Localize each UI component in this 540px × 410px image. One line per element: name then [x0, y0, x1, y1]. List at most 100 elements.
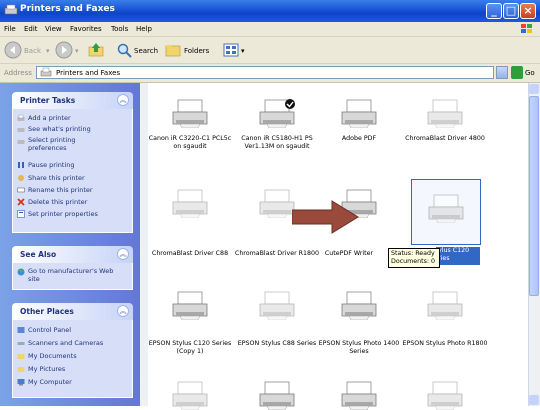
folders-button-label[interactable]: Folders: [184, 47, 209, 55]
see-also-header[interactable]: See Also ︽: [12, 246, 133, 263]
task-pane-scrollbar[interactable]: [140, 83, 148, 406]
printer-label[interactable]: ChromaBlast Driver R1800: [234, 250, 320, 258]
search-button-label[interactable]: Search: [134, 47, 158, 55]
views-icon[interactable]: [223, 43, 239, 57]
scroll-down-icon[interactable]: [529, 395, 539, 405]
place-my-computer[interactable]: My Computer: [28, 378, 128, 386]
printer-icon[interactable]: [170, 290, 210, 320]
menu-view[interactable]: View: [45, 25, 62, 33]
task-pause-printing[interactable]: Pause printing: [28, 161, 128, 169]
printer-label[interactable]: Canon iR C3220-C1 PCL5c on sgaudit: [147, 135, 233, 151]
printer-label[interactable]: EPSON Stylus Photo R1800: [402, 340, 488, 348]
printer-label[interactable]: EPSON Stylus C120 Series (Copy 1): [147, 340, 233, 356]
scroll-thumb[interactable]: [529, 96, 539, 296]
address-label: Address: [4, 69, 32, 77]
control-panel-icon: [17, 327, 25, 333]
printer-label[interactable]: Adobe PDF: [316, 135, 402, 143]
printer-label[interactable]: EPSON Stylus C88 Series: [234, 340, 320, 348]
back-arrow-icon[interactable]: [4, 41, 22, 59]
menu-file[interactable]: File: [4, 25, 16, 33]
preferences-icon: [17, 140, 25, 144]
go-arrow-icon[interactable]: [511, 66, 523, 79]
status-tooltip: Status: Ready Documents: 0: [388, 248, 440, 268]
my-pictures-icon: [17, 367, 25, 372]
delete-x-icon: [17, 198, 25, 206]
printer-tasks-header[interactable]: Printer Tasks ︽: [12, 92, 133, 109]
window-title: Printers and Faxes: [20, 4, 115, 14]
views-dropdown-icon[interactable]: ▾: [241, 47, 245, 55]
windows-logo-icon: [521, 24, 532, 33]
search-icon[interactable]: [116, 42, 132, 58]
printer-label[interactable]: EPSON Stylus Photo 1400 Series: [316, 340, 402, 356]
properties-icon: [17, 210, 25, 218]
globe-icon: [17, 268, 25, 276]
place-scanners-cameras[interactable]: Scanners and Cameras: [28, 339, 128, 347]
printing-queue-icon: [17, 128, 25, 132]
up-folder-icon[interactable]: [88, 42, 104, 58]
printer-folder-icon: [40, 67, 52, 77]
tooltip-status: Status: Ready: [391, 250, 435, 257]
scanner-icon: [17, 342, 25, 345]
printer-label[interactable]: ChromaBlast Driver 4800: [402, 135, 488, 143]
forward-dropdown-icon[interactable]: ▾: [75, 47, 79, 55]
back-button-label[interactable]: Back: [24, 47, 41, 55]
task-rename-printer[interactable]: Rename this printer: [28, 186, 128, 194]
collapse-chevron-icon[interactable]: ︽: [117, 94, 129, 106]
collapse-chevron-icon[interactable]: ︽: [117, 248, 129, 260]
selected-label-line2: ries: [438, 255, 450, 262]
tooltip-documents: Documents: 0: [391, 258, 436, 265]
printer-icon[interactable]: [257, 290, 297, 320]
task-add-printer[interactable]: Add a printer: [28, 114, 128, 122]
printer-icon[interactable]: [170, 98, 210, 128]
printer-label[interactable]: ChromaBlast Driver C88: [147, 250, 233, 258]
printer-tasks-title: Printer Tasks: [20, 96, 76, 105]
back-dropdown-icon[interactable]: ▾: [46, 47, 50, 55]
pointer-arrow-icon: [292, 200, 359, 234]
collapse-chevron-icon[interactable]: ︽: [117, 305, 129, 317]
my-documents-icon: [17, 354, 25, 359]
other-places-title: Other Places: [20, 307, 74, 316]
other-places-header[interactable]: Other Places ︽: [12, 303, 133, 320]
task-printing-preferences[interactable]: Select printing preferences: [28, 136, 108, 152]
task-printer-properties[interactable]: Set printer properties: [28, 210, 128, 218]
printer-icon[interactable]: [170, 188, 210, 218]
add-printer-icon: [17, 114, 25, 121]
printer-icon[interactable]: [339, 290, 379, 320]
maximize-button[interactable]: □: [503, 3, 519, 19]
printer-label[interactable]: Canon iR C5180-H1 PS Ver1.13M on sgaudit: [234, 135, 320, 151]
printer-icon[interactable]: [257, 188, 297, 218]
address-dropdown-icon[interactable]: [496, 66, 508, 79]
forward-arrow-icon[interactable]: [55, 41, 73, 59]
my-computer-icon: [17, 379, 25, 386]
printer-icon[interactable]: [339, 98, 379, 128]
place-control-panel[interactable]: Control Panel: [28, 326, 128, 334]
toolbar: [0, 37, 540, 64]
menu-tools[interactable]: Tools: [111, 25, 128, 33]
folders-icon[interactable]: [165, 42, 181, 58]
place-my-documents[interactable]: My Documents: [28, 352, 128, 360]
minimize-button[interactable]: _: [486, 3, 502, 19]
go-button-label[interactable]: Go: [525, 69, 535, 77]
rename-icon: [17, 187, 25, 193]
menu-help[interactable]: Help: [136, 25, 152, 33]
printer-label[interactable]: CutePDF Writer: [309, 250, 389, 258]
share-icon: [18, 175, 24, 181]
printer-icon[interactable]: [425, 290, 465, 320]
menu-favorites[interactable]: Favorites: [70, 25, 102, 33]
selected-label-line1: ylus C120: [438, 247, 470, 254]
see-also-title: See Also: [20, 250, 57, 259]
place-my-pictures[interactable]: My Pictures: [28, 365, 128, 373]
printer-icon[interactable]: [257, 98, 297, 128]
task-see-printing[interactable]: See what's printing: [28, 125, 128, 133]
close-button[interactable]: ×: [520, 3, 536, 19]
pause-icon: [18, 162, 24, 168]
selected-printer-label[interactable]: ylus C120 ries: [436, 247, 480, 265]
address-value: Printers and Faxes: [56, 69, 121, 77]
printer-icon[interactable]: [426, 193, 466, 223]
task-share-printer[interactable]: Share this printer: [28, 174, 128, 182]
menu-edit[interactable]: Edit: [24, 25, 38, 33]
task-delete-printer[interactable]: Delete this printer: [28, 198, 128, 206]
task-manufacturer-site[interactable]: Go to manufacturer's Web site: [28, 267, 118, 283]
printer-icon[interactable]: [425, 98, 465, 128]
scroll-up-icon[interactable]: [529, 84, 539, 94]
